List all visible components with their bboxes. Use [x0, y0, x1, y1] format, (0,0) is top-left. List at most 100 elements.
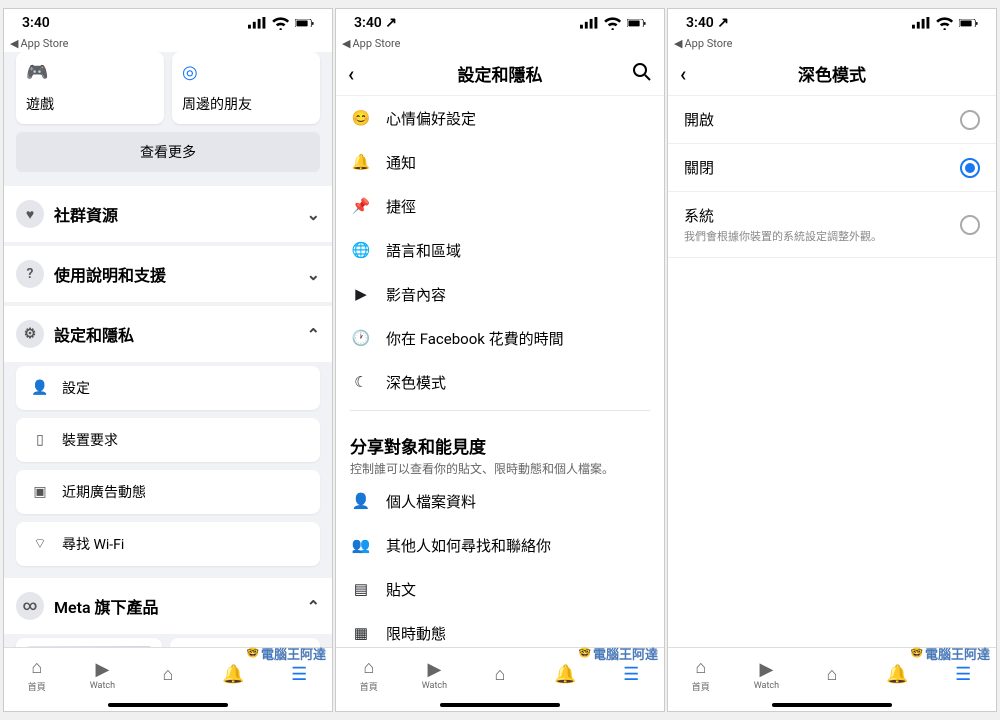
app-return-link[interactable]: ◀ App Store [668, 37, 996, 52]
setting-label: 其他人如何尋找和聯絡你 [386, 535, 551, 556]
wifi-icon: ⌔ [30, 534, 50, 554]
wifi-icon [271, 16, 290, 30]
tab-home[interactable]: ⌂首頁 [668, 648, 734, 701]
market-icon: ⌂ [156, 664, 180, 686]
setting-label: 通知 [386, 152, 416, 173]
home-icon: ⌂ [25, 657, 49, 679]
ad-icon: ▣ [30, 482, 50, 502]
home-icon: ⌂ [689, 657, 713, 679]
quest-image: ○ [24, 646, 154, 647]
chevron-down-icon: ⌄ [307, 205, 320, 224]
accordion-help[interactable]: ? 使用說明和支援 ⌄ [4, 242, 332, 302]
setting-item-pin[interactable]: 📌捷徑 [336, 184, 664, 228]
battery-icon [295, 19, 314, 28]
moon-icon: ☾ [350, 371, 372, 393]
tab-watch[interactable]: ▶Watch [70, 648, 136, 701]
pin-icon: 📌 [350, 195, 372, 217]
games-icon: 🎮 [26, 62, 52, 88]
tab-bar: ⌂首頁 ▶Watch ⌂ 🔔 ☰ [336, 647, 664, 701]
subitem-settings[interactable]: 👤設定 [16, 366, 320, 410]
phone-icon: ▯ [30, 430, 50, 450]
setting-item-story[interactable]: ▦ 限時動態 [336, 611, 664, 647]
tab-home[interactable]: ⌂首頁 [336, 648, 402, 701]
setting-item-people[interactable]: 👥其他人如何尋找和聯絡你 [336, 523, 664, 567]
home-indicator[interactable] [440, 703, 560, 707]
setting-item-moon[interactable]: ☾深色模式 [336, 360, 664, 404]
setting-item-globe[interactable]: 🌐語言和區域 [336, 228, 664, 272]
tab-menu[interactable]: ☰ [598, 648, 664, 701]
home-indicator[interactable] [108, 703, 228, 707]
tile-quest[interactable]: ○ Quest 透過 VR 頭戴式裝置觀賞影 [16, 638, 162, 647]
tab-menu[interactable]: ☰ [266, 648, 332, 701]
tab-notif[interactable]: 🔔 [201, 648, 267, 701]
tab-market[interactable]: ⌂ [135, 648, 201, 701]
tile-ads-manager[interactable]: ▪▮█ 廣告管理員 [170, 638, 320, 647]
bell-icon: 🔔 [350, 151, 372, 173]
wifi-icon [935, 16, 954, 30]
market-icon: ⌂ [820, 664, 844, 686]
radio-label: 關閉 [684, 157, 714, 178]
home-indicator[interactable] [772, 703, 892, 707]
setting-item-bell[interactable]: 🔔 通知 [336, 140, 664, 184]
clock-icon: 🕐 [350, 327, 372, 349]
meta-products-row: ○ Quest 透過 VR 頭戴式裝置觀賞影 ▪▮█ 廣告管理員 [4, 634, 332, 647]
tab-market[interactable]: ⌂ [799, 648, 865, 701]
status-bar: 3:40 [4, 9, 332, 37]
setting-label: 貼文 [386, 579, 416, 600]
tab-market[interactable]: ⌂ [467, 648, 533, 701]
tab-watch[interactable]: ▶Watch [402, 648, 468, 701]
setting-item-clock[interactable]: 🕐 你在 Facebook 花費的時間 [336, 316, 664, 360]
subitem-ads[interactable]: ▣近期廣告動態 [16, 470, 320, 514]
radio-sublabel: 我們會根據你裝置的系統設定調整外觀。 [684, 228, 882, 244]
setting-label: 你在 Facebook 花費的時間 [386, 328, 564, 349]
radio-label: 開啟 [684, 109, 714, 130]
tab-notif[interactable]: 🔔 [533, 648, 599, 701]
search-icon [632, 62, 652, 82]
radio-indicator [960, 215, 980, 235]
status-indicators [912, 16, 978, 30]
user-icon: 👤 [30, 378, 50, 398]
radio-option[interactable]: 關閉 [668, 144, 996, 192]
radio-indicator [960, 158, 980, 178]
radio-option[interactable]: 開啟 [668, 96, 996, 144]
search-button[interactable] [632, 62, 652, 86]
back-button[interactable]: ‹ [680, 62, 686, 86]
setting-label: 限時動態 [386, 623, 446, 644]
status-time: 3:40 [22, 15, 50, 31]
status-bar: 3:40 ↗ [336, 9, 664, 37]
tab-watch[interactable]: ▶Watch [734, 648, 800, 701]
market-icon: ⌂ [488, 664, 512, 686]
setting-item-mood[interactable]: 😊心情偏好設定 [336, 96, 664, 140]
header: ‹ 設定和隱私 [336, 52, 664, 96]
subitem-wifi[interactable]: ⌔尋找 Wi-Fi [16, 522, 320, 566]
watch-icon: ▶ [422, 658, 446, 680]
tab-menu[interactable]: ☰ [930, 648, 996, 701]
menu-icon: ☰ [287, 664, 311, 686]
setting-item-profile[interactable]: 👤個人檔案資料 [336, 479, 664, 523]
menu-icon: ☰ [951, 664, 975, 686]
subitem-device[interactable]: ▯裝置要求 [16, 418, 320, 462]
app-return-link[interactable]: ◀ App Store [4, 37, 332, 52]
setting-label: 影音內容 [386, 284, 446, 305]
tab-home[interactable]: ⌂首頁 [4, 648, 70, 701]
bell-icon: 🔔 [554, 664, 578, 686]
signal-icon [580, 17, 599, 29]
setting-label: 心情偏好設定 [386, 108, 476, 129]
back-button[interactable]: ‹ [348, 62, 354, 86]
setting-label: 語言和區域 [386, 240, 461, 261]
accordion-settings-privacy[interactable]: ⚙ 設定和隱私 ⌃ [4, 302, 332, 362]
see-more-button[interactable]: 查看更多 [16, 132, 320, 172]
section-visibility: 分享對象和能見度 控制誰可以查看你的貼文、限時動態和個人檔案。 [336, 417, 664, 479]
tab-notif[interactable]: 🔔 [865, 648, 931, 701]
radio-option[interactable]: 系統我們會根據你裝置的系統設定調整外觀。 [668, 192, 996, 258]
accordion-meta-products[interactable]: ∞ Meta 旗下產品 ⌃ [4, 574, 332, 634]
watch-icon: ▶ [754, 658, 778, 680]
setting-item-post[interactable]: ▤貼文 [336, 567, 664, 611]
story-icon: ▦ [350, 622, 372, 644]
setting-item-media[interactable]: ▶影音內容 [336, 272, 664, 316]
tile-nearby-friends[interactable]: ◎ 周邊的朋友 [172, 52, 320, 124]
app-return-link[interactable]: ◀ App Store [336, 37, 664, 52]
accordion-community[interactable]: ♥ 社群資源 ⌄ [4, 182, 332, 242]
tile-games[interactable]: 🎮 遊戲 [16, 52, 164, 124]
menu-content: 🎮 遊戲 ◎ 周邊的朋友 查看更多 ♥ 社群資源 ⌄ ? 使用說明和支援 ⌄ ⚙… [4, 52, 332, 647]
